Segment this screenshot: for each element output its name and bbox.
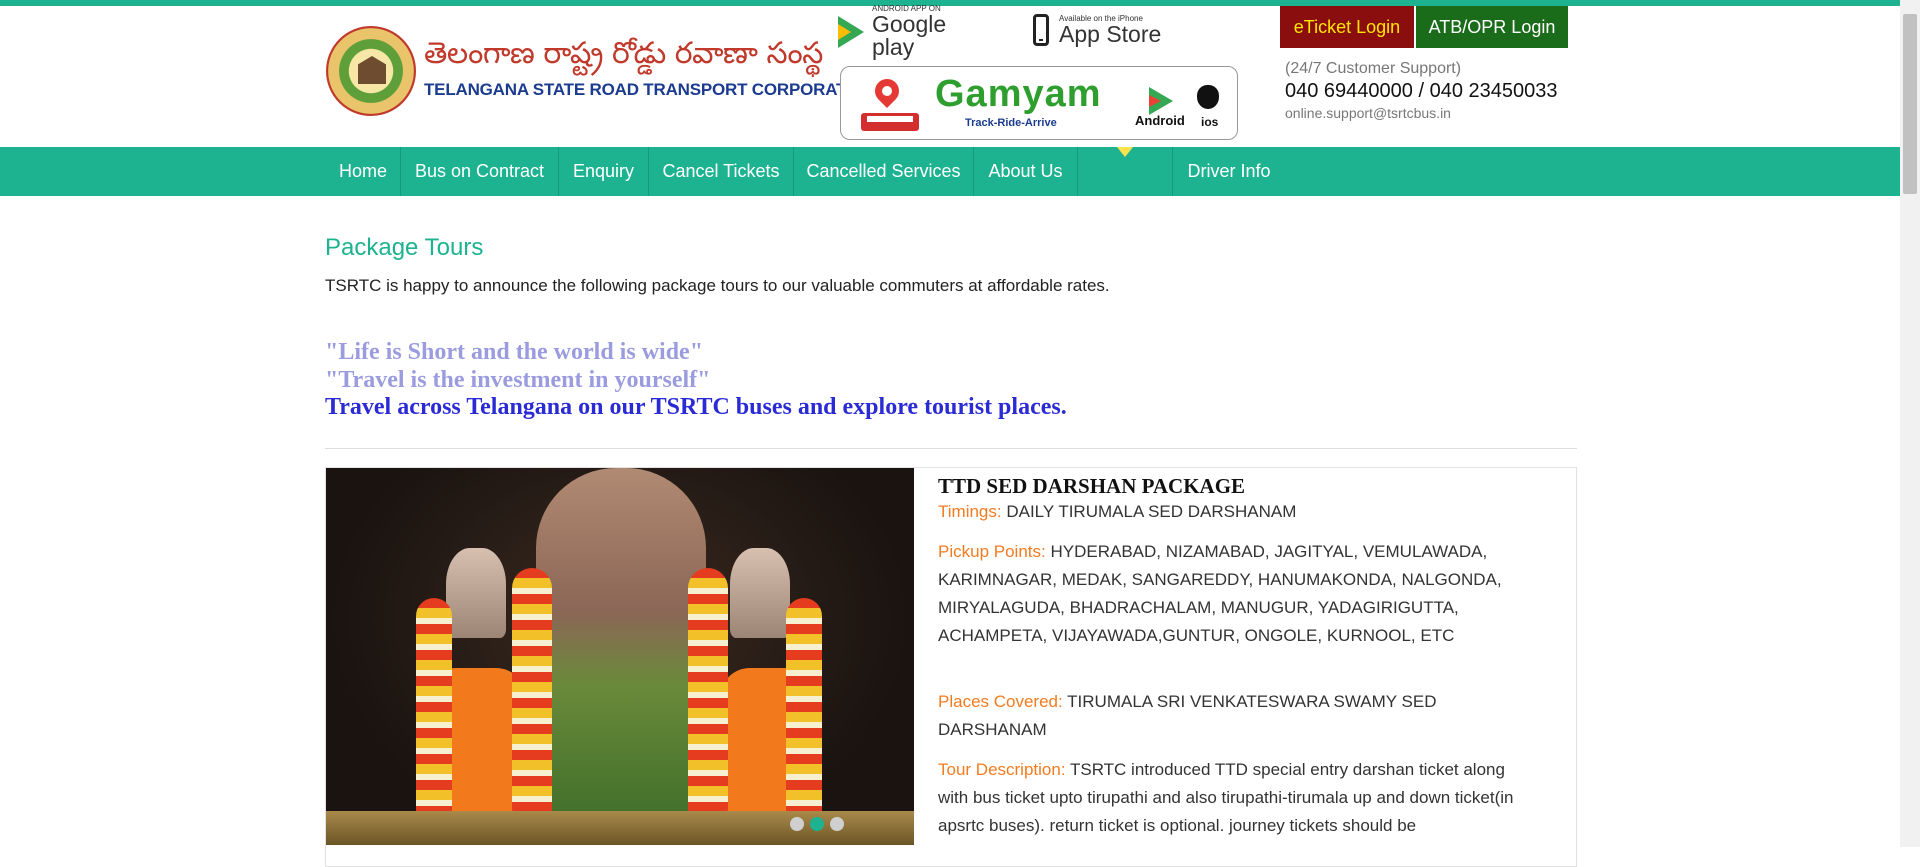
idol-arch [536,468,706,828]
package-places-covered: Places Covered: TIRUMALA SRI VENKATESWAR… [938,688,1518,744]
quote-travel-telangana: Travel across Telangana on our TSRTC bus… [325,394,1067,420]
nav-driver-info[interactable]: Driver Info [1173,147,1285,196]
idol-left [446,548,506,638]
logo-telugu-text: తెలంగాణ రాష్ట్ర రోడ్డు రవాణా సంస్థ [424,36,823,71]
support-label: (24/7 Customer Support) [1285,60,1462,77]
content-divider [325,448,1577,449]
carousel-dot-3[interactable] [830,817,844,831]
google-play-badge[interactable]: ANDROID APP ON Google play [838,5,978,59]
atb-opr-login-button[interactable]: ATB/OPR Login [1416,6,1568,48]
garland-2 [512,568,552,828]
customer-support: (24/7 Customer Support) 040 69440000 / 0… [1285,60,1558,121]
vertical-scrollbar[interactable] [1900,0,1920,847]
places-label: Places Covered: [938,692,1063,711]
timings-value: DAILY TIRUMALA SED DARSHANAM [1006,502,1297,521]
google-play-icon [838,16,864,48]
logo-english-text: TELANGANA STATE ROAD TRANSPORT CORPORATI… [424,80,876,99]
google-play-text: Google play [872,11,947,60]
carousel-indicators [790,817,844,831]
support-email-link[interactable]: online.support@tsrtcbus.in [1285,105,1558,121]
intro-text: TSRTC is happy to announce the following… [325,276,1110,295]
gamyam-title: Gamyam [935,73,1102,115]
nav-about-us[interactable]: About Us [974,147,1078,196]
quote-travel-investment: "Travel is the investment in yourself" [325,367,711,393]
scrollbar-thumb[interactable] [1903,14,1917,194]
garland-1 [416,598,452,828]
eticket-login-button[interactable]: eTicket Login [1280,6,1414,48]
gamyam-app-banner[interactable]: Gamyam Track-Ride-Arrive Android ios [840,66,1238,140]
gamyam-android-label: Android [1135,113,1185,128]
page-title: Package Tours [325,234,484,261]
gamyam-ios-label: ios [1201,115,1219,129]
bus-icon [861,113,919,131]
carousel-dot-1[interactable] [790,817,804,831]
garland-4 [786,598,822,828]
package-description: Tour Description: TSRTC introduced TTD s… [938,756,1518,840]
nav-enquiry[interactable]: Enquiry [559,147,649,196]
quote-life-short: "Life is Short and the world is wide" [325,339,704,365]
timings-label: Timings: [938,502,1002,521]
main-nav: Home Bus on Contract Enquiry Cancel Tick… [0,147,1900,196]
package-photo-carousel[interactable] [326,468,914,845]
iphone-icon [1033,14,1049,46]
package-timings: Timings: DAILY TIRUMALA SED DARSHANAM [938,498,1518,526]
pickup-label: Pickup Points: [938,542,1046,561]
nav-active-pointer-icon [1117,147,1133,157]
nav-cancel-tickets[interactable]: Cancel Tickets [649,147,794,196]
tsrtc-logo[interactable]: తెలంగాణ రాష్ట్ర రోడ్డు రవాణా సంస్థ TELAN… [326,24,876,118]
carousel-dot-2[interactable] [810,817,824,831]
nav-bus-on-contract[interactable]: Bus on Contract [401,147,559,196]
garland-3 [688,568,728,828]
tsrtc-emblem-icon [326,26,416,116]
nav-home[interactable]: Home [326,147,401,196]
idol-right [730,548,790,638]
gamyam-tagline: Track-Ride-Arrive [965,117,1057,129]
package-pickup-points: Pickup Points: HYDERABAD, NIZAMABAD, JAG… [938,538,1518,650]
support-phone: 040 69440000 / 040 23450033 [1285,80,1558,102]
package-title: TTD SED DARSHAN PACKAGE [938,474,1246,498]
apple-icon [1197,85,1219,109]
app-store-text: App Store [1059,20,1162,47]
play-store-icon [1149,87,1173,115]
nav-cancelled-services[interactable]: Cancelled Services [794,147,974,196]
location-pin-icon [870,74,904,108]
app-store-badge[interactable]: Available on the iPhone App Store [1033,10,1173,50]
description-label: Tour Description: [938,760,1066,779]
